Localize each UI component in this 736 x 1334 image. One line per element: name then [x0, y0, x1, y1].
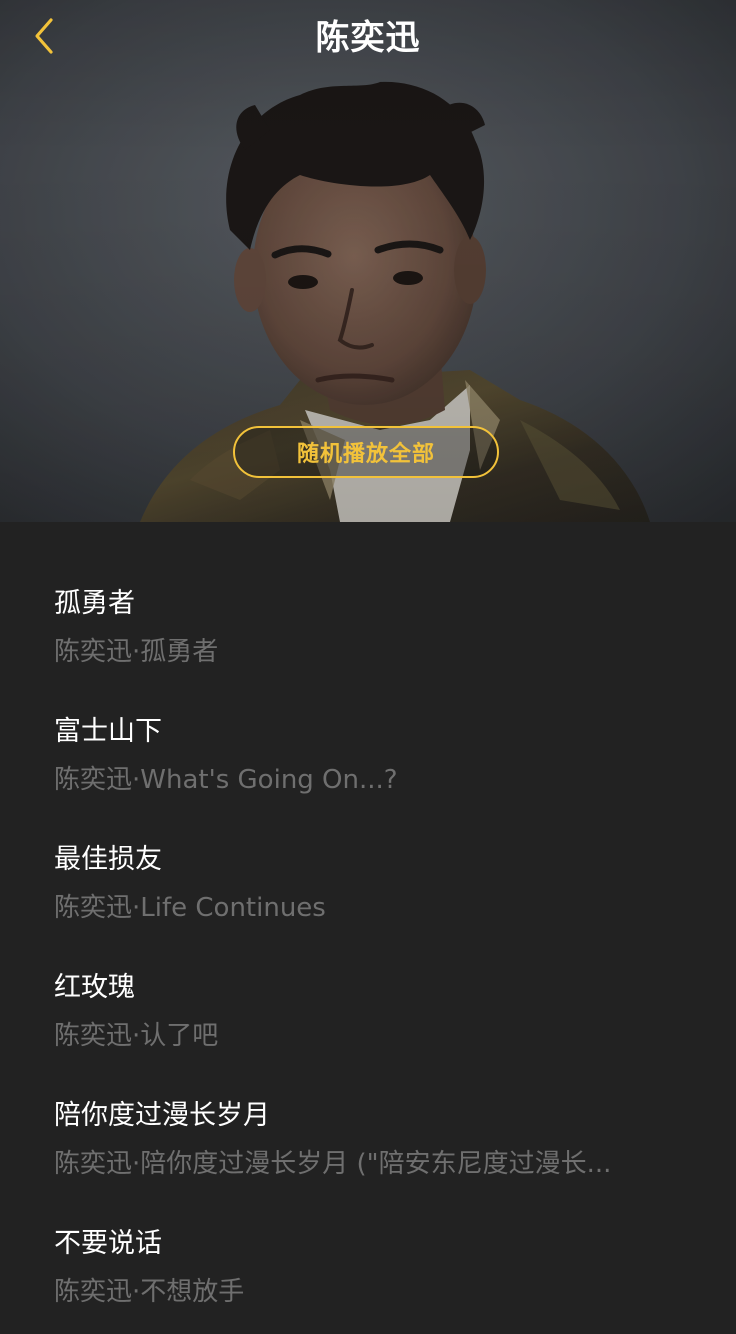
page-title: 陈奕迅: [315, 18, 421, 58]
song-title: 孤勇者: [54, 588, 135, 619]
song-subtitle: 陈奕迅·孤勇者: [54, 637, 219, 667]
song-title: 不要说话: [54, 1228, 162, 1259]
song-item[interactable]: 陪你度过漫长岁月 陈奕迅·陪你度过漫长岁月 ("陪安东尼度过漫长...: [54, 1096, 694, 1206]
song-title: 富士山下: [54, 716, 162, 747]
song-subtitle: 陈奕迅·Life Continues: [54, 893, 326, 923]
song-item[interactable]: 孤勇者 陈奕迅·孤勇者: [54, 584, 694, 694]
artist-header: 陈奕迅 随机播放全部: [0, 0, 736, 522]
song-title: 红玫瑰: [54, 972, 135, 1003]
song-item[interactable]: 最佳损友 陈奕迅·Life Continues: [54, 840, 694, 950]
song-title: 最佳损友: [54, 844, 162, 875]
song-title: 陪你度过漫长岁月: [54, 1100, 270, 1131]
song-item[interactable]: 富士山下 陈奕迅·What's Going On...?: [54, 712, 694, 822]
song-subtitle: 陈奕迅·陪你度过漫长岁月 ("陪安东尼度过漫长...: [54, 1149, 612, 1179]
song-item[interactable]: 红玫瑰 陈奕迅·认了吧: [54, 968, 694, 1078]
song-subtitle: 陈奕迅·不想放手: [54, 1277, 245, 1307]
song-subtitle: 陈奕迅·What's Going On...?: [54, 765, 398, 795]
song-list: 孤勇者 陈奕迅·孤勇者 富士山下 陈奕迅·What's Going On...?…: [0, 522, 736, 1320]
song-subtitle: 陈奕迅·认了吧: [54, 1021, 219, 1051]
shuffle-play-all-button[interactable]: 随机播放全部: [233, 426, 499, 478]
song-item[interactable]: 不要说话 陈奕迅·不想放手: [54, 1224, 694, 1334]
